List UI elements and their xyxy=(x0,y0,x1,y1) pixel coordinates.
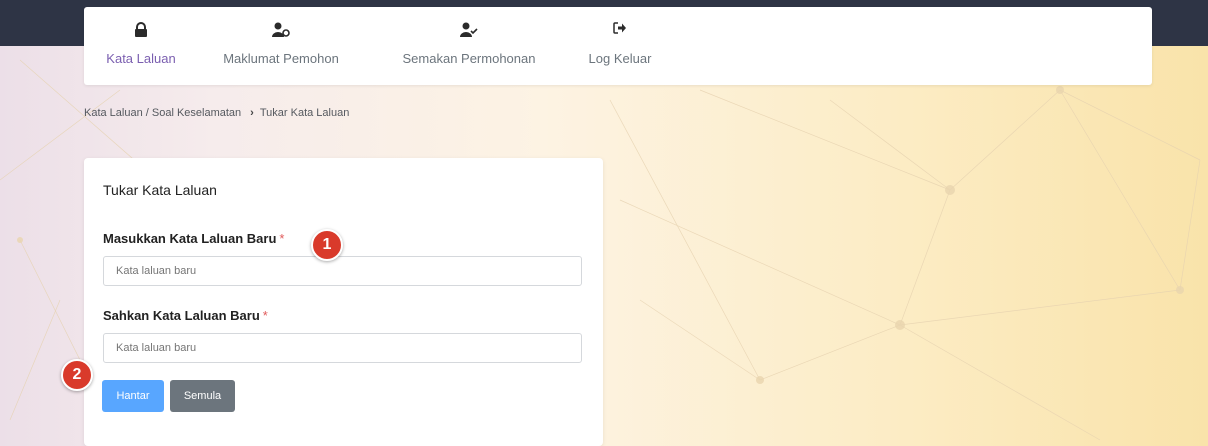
annotation-marker-1: 1 xyxy=(311,229,343,261)
sign-out-icon xyxy=(613,22,627,37)
user-info-icon xyxy=(272,22,290,41)
required-mark: * xyxy=(262,308,268,323)
nav-item-kata-laluan[interactable]: Kata Laluan xyxy=(96,7,186,85)
new-password-label-text: Masukkan Kata Laluan Baru xyxy=(103,231,277,246)
nav-item-label: Semakan Permohonan xyxy=(402,51,536,66)
nav-item-semakan-permohonan[interactable]: Semakan Permohonan xyxy=(389,7,549,85)
nav-item-label: Kata Laluan xyxy=(106,51,176,66)
annotation-marker-2: 2 xyxy=(61,359,93,391)
new-password-input[interactable] xyxy=(103,256,582,286)
form-title: Tukar Kata Laluan xyxy=(103,182,217,198)
reset-button[interactable]: Semula xyxy=(170,380,235,412)
lock-icon xyxy=(134,22,148,41)
nav-item-label: Maklumat Pemohon xyxy=(223,51,339,66)
breadcrumb-current: Tukar Kata Laluan xyxy=(259,107,350,119)
nav-item-log-keluar[interactable]: Log Keluar xyxy=(580,7,660,85)
nav-item-label: Log Keluar xyxy=(588,51,652,66)
user-check-icon xyxy=(460,22,478,41)
confirm-password-input[interactable] xyxy=(103,333,582,363)
confirm-password-label: Sahkan Kata Laluan Baru * xyxy=(103,308,268,323)
change-password-card: Tukar Kata Laluan Masukkan Kata Laluan B… xyxy=(84,158,603,446)
new-password-label: Masukkan Kata Laluan Baru * xyxy=(103,231,284,246)
breadcrumb: Kata Laluan / Soal Keselamatan › Tukar Kat… xyxy=(84,107,349,119)
chevron-right-icon: › xyxy=(250,107,254,119)
submit-button[interactable]: Hantar xyxy=(102,380,164,412)
required-mark: * xyxy=(279,231,285,246)
nav-item-maklumat-pemohon[interactable]: Maklumat Pemohon xyxy=(206,7,356,85)
main-nav: Kata Laluan Maklumat Pemohon Semakan Per… xyxy=(84,7,1152,85)
breadcrumb-parent[interactable]: Kata Laluan / Soal Keselamatan xyxy=(84,107,241,119)
confirm-password-label-text: Sahkan Kata Laluan Baru xyxy=(103,308,260,323)
